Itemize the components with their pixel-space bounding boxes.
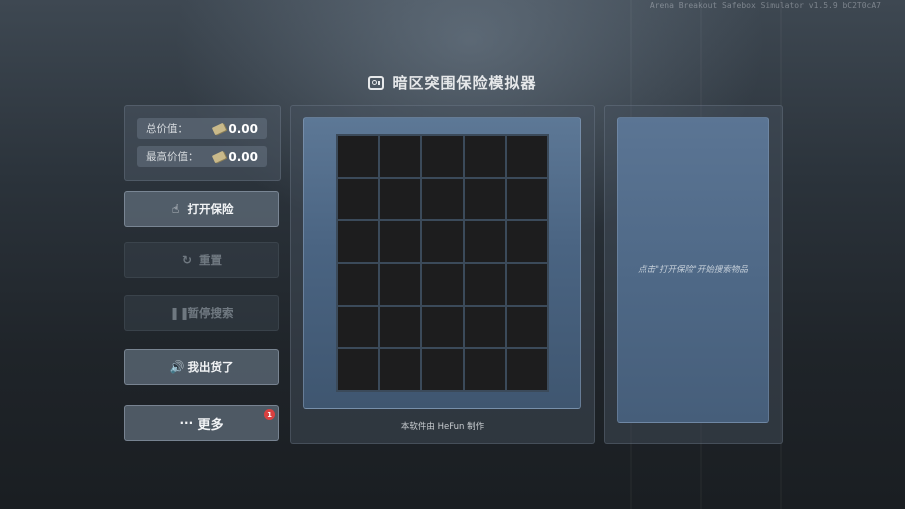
grid-cell[interactable]: [422, 349, 463, 390]
grid-cell[interactable]: [464, 306, 505, 348]
max-value-label: 最高价值：: [146, 151, 199, 163]
grid-cell[interactable]: [464, 221, 505, 262]
grid-cell[interactable]: [464, 349, 505, 390]
header: 暗区突围保险模拟器: [0, 72, 905, 93]
pause-search-button[interactable]: ❚❚ 暂停搜索: [124, 295, 279, 331]
reset-label: 重置: [199, 253, 222, 267]
pause-search-label: 暂停搜索: [187, 306, 234, 320]
max-value-row: 最高价值： 0.00: [137, 146, 267, 167]
grid-cell[interactable]: [380, 264, 421, 305]
grid-cell[interactable]: [422, 306, 463, 348]
total-value-label: 总价值：: [146, 123, 188, 135]
grid-cell[interactable]: [338, 178, 379, 220]
grid-cell[interactable]: [380, 349, 421, 390]
grid-cell[interactable]: [380, 178, 421, 220]
shipped-label: 我出货了: [187, 360, 234, 374]
grid-cell[interactable]: [380, 136, 421, 177]
hand-pointer-icon: ☝: [171, 202, 180, 216]
grid-cell[interactable]: [506, 349, 547, 390]
shipped-button[interactable]: 🔊 我出货了: [124, 349, 279, 385]
grid-cell[interactable]: [464, 264, 505, 305]
total-value-row: 总价值： 0.00: [137, 118, 267, 139]
grid-cell[interactable]: [338, 264, 379, 305]
total-value-amount: 0.00: [212, 121, 258, 136]
grid-cell[interactable]: [338, 221, 379, 262]
safe-icon: [368, 75, 385, 90]
grid-cell[interactable]: [506, 136, 547, 177]
grid-cell[interactable]: [464, 136, 505, 177]
notification-badge: 1: [264, 409, 275, 420]
grid-cell[interactable]: [338, 136, 379, 177]
grid-cell[interactable]: [422, 178, 463, 220]
more-button[interactable]: ··· 更多 1: [124, 405, 279, 441]
item-list-area: 点击"打开保险"开始搜索物品: [617, 117, 769, 423]
more-label: 更多: [197, 417, 224, 433]
reset-button[interactable]: ↻ 重置: [124, 242, 279, 278]
safe-grid-frame: [303, 117, 581, 409]
grid-cell[interactable]: [380, 221, 421, 262]
pause-icon: ❚❚: [169, 306, 190, 320]
open-safe-label: 打开保险: [187, 202, 234, 216]
total-value-number: 0.00: [228, 121, 258, 136]
item-panel: 点击"打开保险"开始搜索物品: [604, 105, 783, 444]
value-panel: 总价值： 0.00 最高价值： 0.00: [124, 105, 281, 181]
grid-cell[interactable]: [506, 221, 547, 262]
money-icon: [212, 122, 227, 135]
speaker-icon: 🔊: [169, 360, 185, 374]
money-icon: [212, 150, 227, 163]
credit-text: 本软件由 HeFun 制作: [400, 422, 485, 432]
grid-cell[interactable]: [380, 306, 421, 348]
grid-cell[interactable]: [506, 264, 547, 305]
hint-text: 点击"打开保险"开始搜索物品: [638, 265, 748, 275]
refresh-icon: ↻: [181, 253, 193, 267]
page-title: 暗区突围保险模拟器: [392, 74, 537, 92]
grid-cell[interactable]: [338, 349, 379, 390]
version-label: Arena Breakout Safebox Simulator v1.5.9 …: [649, 1, 881, 10]
grid-cell[interactable]: [422, 221, 463, 262]
grid-cell[interactable]: [338, 306, 379, 348]
grid-cell[interactable]: [506, 306, 547, 348]
safe-panel: 本软件由 HeFun 制作: [290, 105, 595, 444]
max-value-amount: 0.00: [212, 149, 258, 164]
open-safe-button[interactable]: ☝ 打开保险: [124, 191, 279, 227]
safe-grid: [336, 134, 549, 392]
grid-cell[interactable]: [506, 178, 547, 220]
ellipsis-icon: ···: [179, 416, 194, 430]
grid-cell[interactable]: [422, 136, 463, 177]
max-value-number: 0.00: [228, 149, 258, 164]
grid-cell[interactable]: [464, 178, 505, 220]
grid-cell[interactable]: [422, 264, 463, 305]
